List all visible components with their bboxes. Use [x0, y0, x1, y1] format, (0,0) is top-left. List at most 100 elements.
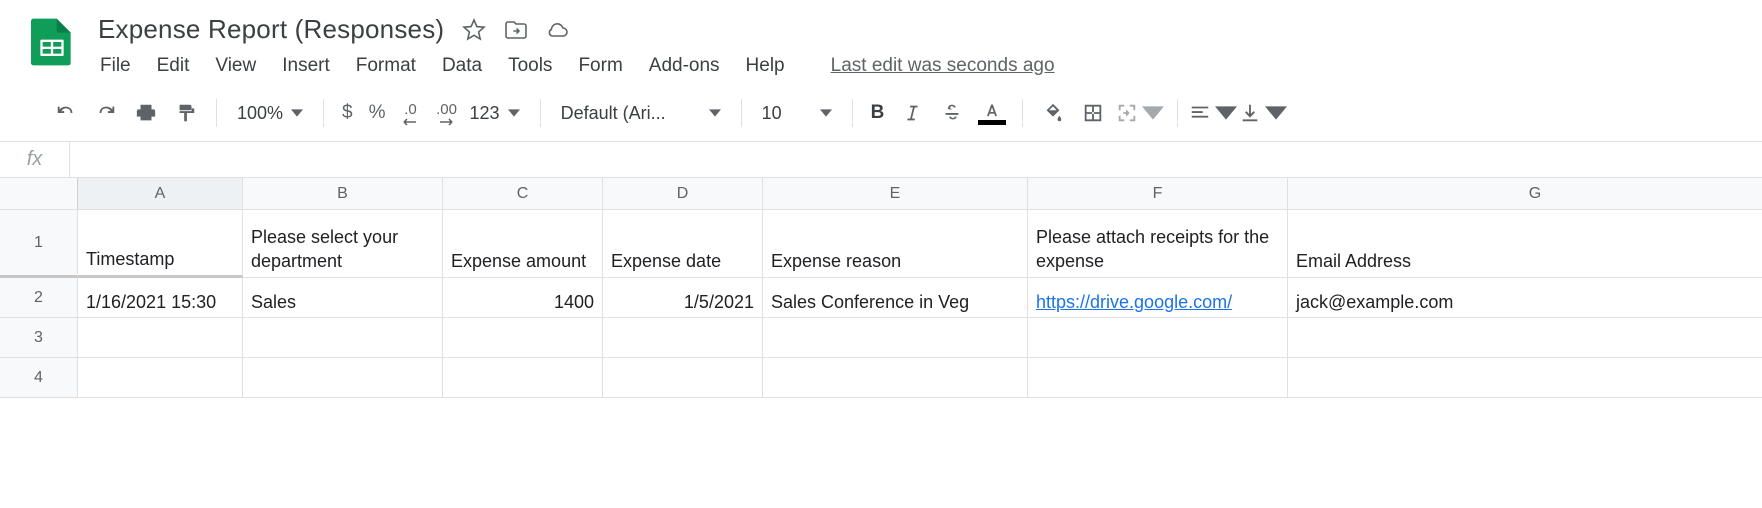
- font-family-dropdown[interactable]: Default (Ari...: [551, 103, 731, 124]
- formula-input[interactable]: [70, 142, 1762, 177]
- increase-decimal-button[interactable]: .00: [428, 95, 466, 131]
- borders-button[interactable]: [1073, 95, 1113, 131]
- cell-G1[interactable]: Email Address: [1288, 210, 1762, 278]
- chevron-down-icon: [709, 107, 721, 119]
- cell-D2[interactable]: 1/5/2021: [603, 278, 763, 318]
- cell-B1[interactable]: Please select your department: [243, 210, 443, 278]
- doc-title[interactable]: Expense Report (Responses): [98, 14, 444, 45]
- vertical-align-button[interactable]: [1238, 95, 1288, 131]
- cell-F1[interactable]: Please attach receipts for the expense: [1028, 210, 1288, 278]
- last-edit-link[interactable]: Last edit was seconds ago: [831, 55, 1055, 77]
- row-header-1[interactable]: 1: [0, 210, 78, 278]
- menu-form[interactable]: Form: [578, 55, 622, 77]
- chevron-down-icon: [1215, 102, 1237, 124]
- fill-color-button[interactable]: [1033, 95, 1073, 131]
- italic-button[interactable]: [892, 95, 932, 131]
- horizontal-align-button[interactable]: [1188, 95, 1238, 131]
- menu-help[interactable]: Help: [746, 55, 785, 77]
- row-header-3[interactable]: 3: [0, 318, 78, 358]
- cell-C4[interactable]: [443, 358, 603, 398]
- cell-D3[interactable]: [603, 318, 763, 358]
- column-header-E[interactable]: E: [763, 178, 1028, 210]
- cell-F4[interactable]: [1028, 358, 1288, 398]
- toolbar-separator: [540, 99, 541, 127]
- menu-tools[interactable]: Tools: [508, 55, 552, 77]
- decrease-decimal-button[interactable]: .0: [394, 95, 428, 131]
- star-icon[interactable]: [462, 18, 486, 42]
- chevron-down-icon: [820, 107, 832, 119]
- strikethrough-button[interactable]: [932, 95, 972, 131]
- print-button[interactable]: [126, 95, 166, 131]
- font-family-value: Default (Ari...: [561, 103, 666, 124]
- row-header-2[interactable]: 2: [0, 278, 78, 318]
- menu-file[interactable]: File: [100, 55, 131, 77]
- column-header-B[interactable]: B: [243, 178, 443, 210]
- cell-C2[interactable]: 1400: [443, 278, 603, 318]
- undo-button[interactable]: [46, 95, 86, 131]
- header-bar: Expense Report (Responses) File Edit Vie…: [0, 0, 1762, 87]
- move-to-folder-icon[interactable]: [504, 18, 528, 42]
- cell-E3[interactable]: [763, 318, 1028, 358]
- merge-cells-button[interactable]: [1113, 95, 1167, 131]
- cell-E2[interactable]: Sales Conference in Veg: [763, 278, 1028, 318]
- redo-button[interactable]: [86, 95, 126, 131]
- cell-F3[interactable]: [1028, 318, 1288, 358]
- spreadsheet-grid[interactable]: A B C D E F G 1 Timestamp Please select …: [0, 178, 1762, 398]
- cell-D4[interactable]: [603, 358, 763, 398]
- cell-G4[interactable]: [1288, 358, 1762, 398]
- currency-button[interactable]: $: [334, 102, 361, 124]
- chevron-down-icon: [1265, 102, 1287, 124]
- column-header-G[interactable]: G: [1288, 178, 1762, 210]
- menu-data[interactable]: Data: [442, 55, 482, 77]
- toolbar-container: 100% $ % .0 .00 123 Default (Ari... 10 B: [0, 87, 1762, 142]
- cell-C1[interactable]: Expense amount: [443, 210, 603, 278]
- more-formats-dropdown[interactable]: 123: [466, 103, 530, 124]
- menu-insert[interactable]: Insert: [282, 55, 330, 77]
- toolbar-separator: [216, 99, 217, 127]
- cell-B3[interactable]: [243, 318, 443, 358]
- toolbar-separator: [1177, 99, 1178, 127]
- menu-bar: File Edit View Insert Format Data Tools …: [98, 45, 1750, 87]
- cell-B2[interactable]: Sales: [243, 278, 443, 318]
- font-size-value: 10: [762, 103, 782, 124]
- cell-F2[interactable]: https://drive.google.com/: [1028, 278, 1288, 318]
- column-header-C[interactable]: C: [443, 178, 603, 210]
- paint-format-button[interactable]: [166, 95, 206, 131]
- fx-label[interactable]: fx: [0, 142, 70, 177]
- toolbar-separator: [741, 99, 742, 127]
- cell-E4[interactable]: [763, 358, 1028, 398]
- text-color-bar: [978, 120, 1006, 125]
- cloud-status-icon[interactable]: [546, 18, 570, 42]
- cell-A1[interactable]: Timestamp: [78, 210, 243, 278]
- cell-A2[interactable]: 1/16/2021 15:30: [78, 278, 243, 318]
- toolbar: 100% $ % .0 .00 123 Default (Ari... 10 B: [0, 87, 1762, 141]
- toolbar-separator: [1022, 99, 1023, 127]
- menu-view[interactable]: View: [215, 55, 256, 77]
- column-header-D[interactable]: D: [603, 178, 763, 210]
- chevron-down-icon: [508, 107, 520, 119]
- cell-A4[interactable]: [78, 358, 243, 398]
- menu-format[interactable]: Format: [356, 55, 416, 77]
- text-color-button[interactable]: [972, 102, 1012, 125]
- row-header-4[interactable]: 4: [0, 358, 78, 398]
- cell-D1[interactable]: Expense date: [603, 210, 763, 278]
- zoom-dropdown[interactable]: 100%: [227, 103, 313, 124]
- receipt-link[interactable]: https://drive.google.com/: [1036, 292, 1232, 313]
- cell-E1[interactable]: Expense reason: [763, 210, 1028, 278]
- cell-G3[interactable]: [1288, 318, 1762, 358]
- select-all-corner[interactable]: [0, 178, 78, 210]
- bold-button[interactable]: B: [863, 102, 893, 124]
- cell-C3[interactable]: [443, 318, 603, 358]
- chevron-down-icon: [1142, 102, 1164, 124]
- column-header-F[interactable]: F: [1028, 178, 1288, 210]
- column-header-A[interactable]: A: [78, 178, 243, 210]
- percent-button[interactable]: %: [361, 102, 394, 124]
- cell-G2[interactable]: jack@example.com: [1288, 278, 1762, 318]
- cell-B4[interactable]: [243, 358, 443, 398]
- menu-edit[interactable]: Edit: [157, 55, 190, 77]
- cell-A3[interactable]: [78, 318, 243, 358]
- font-size-dropdown[interactable]: 10: [752, 103, 842, 124]
- toolbar-separator: [852, 99, 853, 127]
- formula-bar: fx: [0, 142, 1762, 178]
- menu-addons[interactable]: Add-ons: [649, 55, 720, 77]
